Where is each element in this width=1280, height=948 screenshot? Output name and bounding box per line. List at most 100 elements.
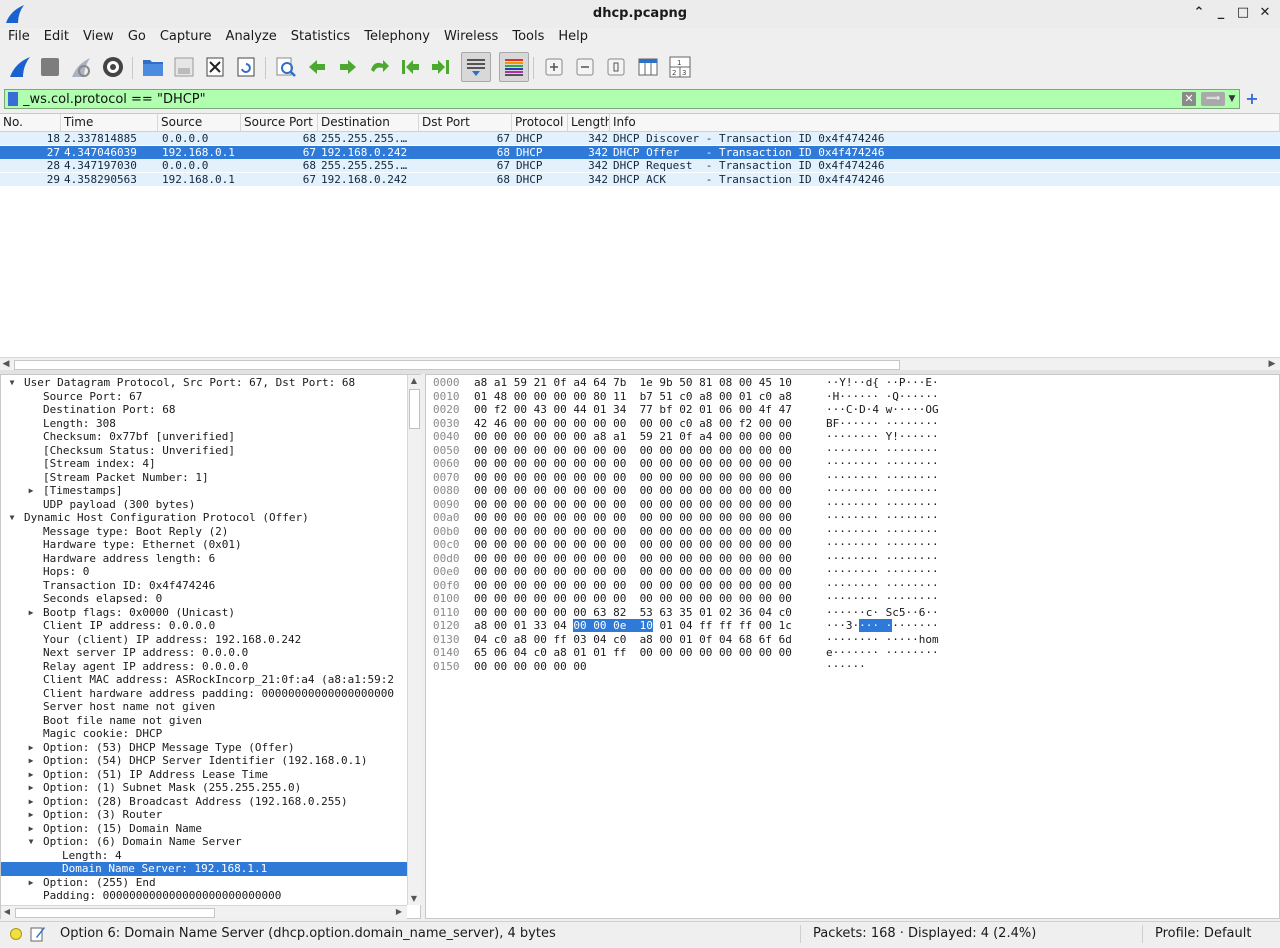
scroll-right-icon[interactable]: ▶ xyxy=(1266,358,1278,370)
clear-filter-icon[interactable]: ✕ xyxy=(1182,92,1196,106)
auto-scroll-icon[interactable] xyxy=(461,52,491,82)
window-expand-button[interactable]: ⌃ xyxy=(1190,5,1208,23)
column-header-source-port[interactable]: Source Port xyxy=(241,114,318,131)
column-header-info[interactable]: Info xyxy=(610,114,1280,131)
tree-item[interactable]: ▶ [Timestamps] xyxy=(1,484,407,498)
menu-statistics[interactable]: Statistics xyxy=(285,28,356,46)
save-file-icon[interactable] xyxy=(171,54,197,80)
window-minimize-button[interactable]: _ xyxy=(1212,5,1230,23)
tree-item[interactable]: Relay agent IP address: 0.0.0.0 xyxy=(1,660,407,674)
zoom-out-icon[interactable] xyxy=(572,54,598,80)
add-filter-button-plus-icon[interactable]: + xyxy=(1244,89,1260,109)
scroll-left-icon[interactable]: ◀ xyxy=(0,358,12,370)
reload-file-icon[interactable] xyxy=(233,54,259,80)
packet-row[interactable]: 18 2.337814885 0.0.0.0 68 255.255.255.… 67 DHC… xyxy=(0,132,1280,145)
apply-filter-icon[interactable]: ⟹ xyxy=(1201,92,1225,106)
tree-item[interactable]: Hops: 0 xyxy=(1,565,407,579)
column-header-source[interactable]: Source xyxy=(158,114,241,131)
collapse-chevron-right-icon[interactable]: ▶ xyxy=(26,876,36,890)
column-header-length[interactable]: Length xyxy=(568,114,610,131)
window-close-button[interactable]: ✕ xyxy=(1256,5,1274,23)
collapse-chevron-right-icon[interactable]: ▶ xyxy=(26,781,36,795)
tree-item[interactable]: ▶ Option: (1) Subnet Mask (255.255.255.0) xyxy=(1,781,407,795)
packet-list-horizontal-scrollbar[interactable]: ◀ ▶ xyxy=(0,357,1280,371)
filter-history-chevron-down-icon[interactable]: ▼ xyxy=(1227,92,1237,106)
scroll-right-icon[interactable]: ▶ xyxy=(393,906,405,918)
tree-item[interactable]: ▶ Bootp flags: 0x0000 (Unicast) xyxy=(1,606,407,620)
tree-item[interactable]: Length: 4 xyxy=(1,849,407,863)
window-maximize-button[interactable]: □ xyxy=(1234,5,1252,23)
column-header-time[interactable]: Time xyxy=(61,114,158,131)
tree-item[interactable]: Padding: 000000000000000000000000000 xyxy=(1,889,407,903)
go-first-icon[interactable] xyxy=(397,54,423,80)
tree-item[interactable]: Magic cookie: DHCP xyxy=(1,727,407,741)
tree-item[interactable]: Hardware address length: 6 xyxy=(1,552,407,566)
details-horizontal-scrollbar[interactable]: ◀ ▶ xyxy=(1,905,407,919)
shark-fin-start-icon[interactable] xyxy=(7,54,33,80)
tree-item[interactable]: Your (client) IP address: 192.168.0.242 xyxy=(1,633,407,647)
scrollbar-thumb[interactable] xyxy=(409,389,420,429)
details-vertical-scrollbar[interactable]: ▲ ▼ xyxy=(407,375,421,905)
tree-item[interactable]: ▶ Option: (53) DHCP Message Type (Offer) xyxy=(1,741,407,755)
tree-item[interactable]: Length: 308 xyxy=(1,417,407,431)
collapse-chevron-right-icon[interactable]: ▶ xyxy=(26,808,36,822)
packet-row[interactable]: 27 4.347046039 192.168.0.1 67 192.168.0.242 6… xyxy=(0,145,1280,159)
tree-item[interactable]: [Stream Packet Number: 1] xyxy=(1,471,407,485)
tree-item[interactable]: Seconds elapsed: 0 xyxy=(1,592,407,606)
restart-capture-icon[interactable] xyxy=(68,54,94,80)
tree-item[interactable]: ▼ Option: (6) Domain Name Server xyxy=(1,835,407,849)
tree-item[interactable]: ▶ Option: (15) Domain Name xyxy=(1,822,407,836)
zoom-in-icon[interactable] xyxy=(541,54,567,80)
colorize-icon[interactable] xyxy=(499,52,529,82)
collapse-chevron-right-icon[interactable]: ▶ xyxy=(26,754,36,768)
tree-item[interactable]: Message type: Boot Reply (2) xyxy=(1,525,407,539)
display-filter-input[interactable] xyxy=(23,90,1173,108)
menu-file[interactable]: File xyxy=(2,28,36,46)
profile-selector[interactable]: Profile: Default xyxy=(1155,926,1251,941)
tree-item[interactable]: [Stream index: 4] xyxy=(1,457,407,471)
menu-go[interactable]: Go xyxy=(122,28,152,46)
tree-item[interactable]: Checksum: 0x77bf [unverified] xyxy=(1,430,407,444)
tree-item[interactable]: Boot file name not given xyxy=(1,714,407,728)
tree-item[interactable]: [Checksum Status: Unverified] xyxy=(1,444,407,458)
edit-comment-icon[interactable] xyxy=(30,925,46,943)
collapse-chevron-right-icon[interactable]: ▶ xyxy=(26,606,36,620)
tree-item[interactable]: UDP payload (300 bytes) xyxy=(1,498,407,512)
tree-item[interactable]: ▼ User Datagram Protocol, Src Port: 67, D… xyxy=(1,376,407,390)
go-forward-icon[interactable] xyxy=(335,54,361,80)
tree-item[interactable]: ▶ Option: (51) IP Address Lease Time xyxy=(1,768,407,782)
open-file-icon[interactable] xyxy=(140,54,166,80)
tree-item[interactable]: ▼ Dynamic Host Configuration Protocol (Of… xyxy=(1,511,407,525)
tree-item[interactable]: ▶ Option: (54) DHCP Server Identifier (19… xyxy=(1,754,407,768)
filter-bookmark-icon[interactable] xyxy=(8,92,18,106)
expand-chevron-down-icon[interactable]: ▼ xyxy=(26,835,36,849)
packet-row[interactable]: 28 4.347197030 0.0.0.0 68 255.255.255.… 67 DHC… xyxy=(0,159,1280,172)
collapse-chevron-right-icon[interactable]: ▶ xyxy=(26,795,36,809)
expand-chevron-down-icon[interactable]: ▼ xyxy=(7,376,17,390)
tree-item[interactable]: Destination Port: 68 xyxy=(1,403,407,417)
column-header-dst-port[interactable]: Dst Port xyxy=(419,114,512,131)
layout-icon[interactable]: 123 xyxy=(667,54,693,80)
column-header-no[interactable]: No. xyxy=(0,114,61,131)
menu-help[interactable]: Help xyxy=(552,28,594,46)
expert-info-led-icon[interactable] xyxy=(10,928,22,940)
tree-item[interactable]: Client hardware address padding: 0000000… xyxy=(1,687,407,701)
column-header-destination[interactable]: Destination xyxy=(318,114,419,131)
menu-edit[interactable]: Edit xyxy=(38,28,75,46)
packet-row[interactable]: 29 4.358290563 192.168.0.1 67 192.168.0.242 6… xyxy=(0,172,1280,186)
collapse-chevron-right-icon[interactable]: ▶ xyxy=(26,822,36,836)
tree-item[interactable]: Domain Name Server: 192.168.1.1 xyxy=(1,862,407,876)
scroll-down-icon[interactable]: ▼ xyxy=(408,893,420,905)
tree-item[interactable]: Server host name not given xyxy=(1,700,407,714)
tree-item[interactable]: Client MAC address: ASRockIncorp_21:0f:a… xyxy=(1,673,407,687)
tree-item[interactable]: ▶ Option: (255) End xyxy=(1,876,407,890)
scrollbar-thumb[interactable] xyxy=(15,908,215,918)
tree-item[interactable]: Client IP address: 0.0.0.0 xyxy=(1,619,407,633)
resize-columns-icon[interactable] xyxy=(635,54,661,80)
close-file-icon[interactable] xyxy=(202,54,228,80)
menu-capture[interactable]: Capture xyxy=(154,28,218,46)
normal-size-icon[interactable] xyxy=(603,54,629,80)
menu-tools[interactable]: Tools xyxy=(506,28,550,46)
tree-item[interactable]: ▶ Option: (3) Router xyxy=(1,808,407,822)
tree-item[interactable]: ▶ Option: (28) Broadcast Address (192.168… xyxy=(1,795,407,809)
